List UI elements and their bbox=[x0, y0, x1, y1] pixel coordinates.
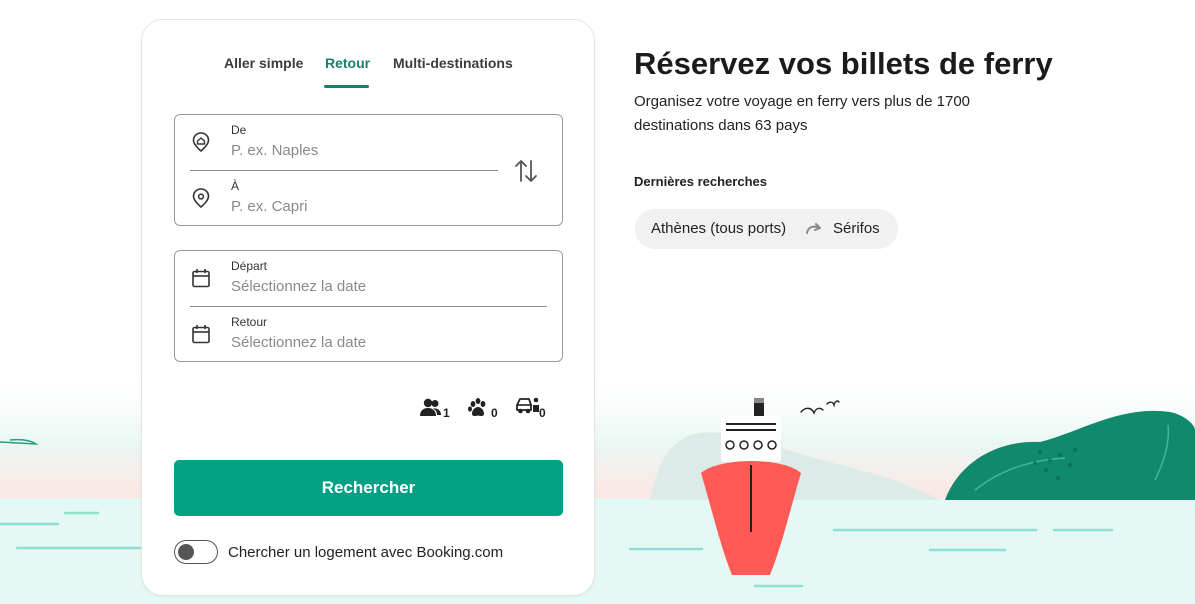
return-date-field[interactable]: Retour Sélectionnez la date bbox=[175, 307, 505, 362]
booking-toggle-label: Chercher un logement avec Booking.com bbox=[228, 544, 504, 561]
traveller-counters: 1 0 0 bbox=[419, 393, 559, 423]
trip-type-tabs: Aller simple Retour Multi-destinations bbox=[142, 55, 596, 89]
from-label: De bbox=[231, 123, 247, 137]
dates-box: Départ Sélectionnez la date Retour Sélec… bbox=[174, 250, 563, 362]
round-trip-arrow-icon bbox=[806, 223, 821, 234]
departure-input[interactable]: Sélectionnez la date bbox=[231, 278, 366, 295]
vehicles-count: 0 bbox=[539, 406, 546, 420]
toggle-knob bbox=[178, 544, 194, 560]
to-label: À bbox=[231, 179, 240, 193]
return-input[interactable]: Sélectionnez la date bbox=[231, 334, 366, 351]
return-label: Retour bbox=[231, 315, 268, 329]
departure-date-field[interactable]: Départ Sélectionnez la date bbox=[175, 251, 505, 306]
tab-one-way[interactable]: Aller simple bbox=[224, 55, 303, 71]
location-pin-icon bbox=[192, 188, 210, 209]
from-field[interactable]: De P. ex. Naples bbox=[175, 115, 505, 170]
vehicle-icon bbox=[516, 397, 539, 414]
to-input[interactable]: P. ex. Capri bbox=[231, 198, 307, 215]
to-field[interactable]: À P. ex. Capri bbox=[175, 171, 505, 226]
recent-search-chip[interactable]: Athènes (tous ports) Sérifos bbox=[635, 209, 898, 249]
from-input[interactable]: P. ex. Naples bbox=[231, 142, 318, 159]
calendar-icon bbox=[192, 325, 210, 344]
booking-toggle[interactable] bbox=[174, 540, 218, 564]
tab-multi-destination[interactable]: Multi-destinations bbox=[393, 55, 513, 71]
passengers-count: 1 bbox=[443, 406, 450, 420]
search-button[interactable]: Rechercher bbox=[174, 460, 563, 516]
passengers-counter[interactable]: 1 bbox=[419, 393, 453, 421]
pets-count: 0 bbox=[491, 406, 498, 420]
home-pin-icon bbox=[192, 132, 210, 153]
active-tab-indicator bbox=[324, 85, 369, 88]
ferry-search-card: Aller simple Retour Multi-destinations D… bbox=[141, 19, 595, 596]
page-subtitle: Organisez votre voyage en ferry vers plu… bbox=[634, 93, 971, 134]
page-title: Réservez vos billets de ferry bbox=[634, 46, 1053, 81]
route-box: De P. ex. Naples À P. ex. Capri bbox=[174, 114, 563, 226]
recent-from: Athènes (tous ports) bbox=[651, 220, 787, 237]
recent-searches-title: Dernières recherches bbox=[634, 174, 767, 189]
tab-round-trip[interactable]: Retour bbox=[325, 55, 370, 71]
departure-label: Départ bbox=[231, 259, 268, 273]
passengers-icon bbox=[420, 398, 441, 416]
swap-icon[interactable] bbox=[514, 157, 538, 185]
paw-icon bbox=[468, 398, 486, 416]
pets-counter[interactable]: 0 bbox=[467, 393, 501, 421]
vehicles-counter[interactable]: 0 bbox=[515, 393, 549, 421]
calendar-icon bbox=[192, 269, 210, 288]
recent-to: Sérifos bbox=[833, 220, 880, 237]
